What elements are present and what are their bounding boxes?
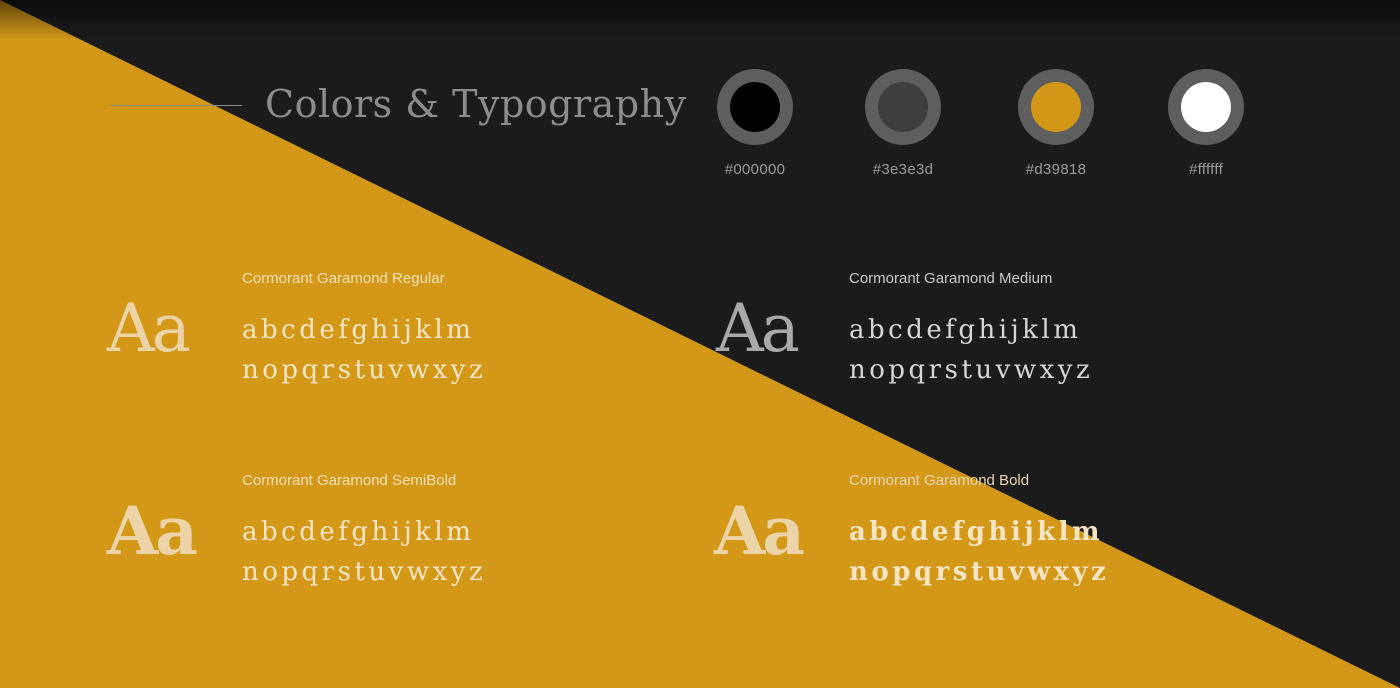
swatch-color bbox=[1031, 82, 1081, 132]
font-sample-aa: Aa bbox=[107, 492, 198, 570]
swatch-ring bbox=[717, 69, 793, 145]
alphabet-line-2: nopqrstuvwxyz bbox=[849, 557, 1110, 587]
alphabet-line-2: nopqrstuvwxyz bbox=[849, 355, 1094, 385]
font-name: Cormorant Garamond Medium bbox=[849, 270, 1053, 287]
alphabet-line-1: abcdefghijklm bbox=[242, 517, 475, 547]
swatch-white: #ffffff bbox=[1151, 69, 1261, 178]
top-shadow bbox=[0, 0, 1400, 40]
font-sample-aa: Aa bbox=[714, 492, 805, 570]
page-title: Colors & Typography bbox=[265, 82, 687, 126]
alphabet-line-1: abcdefghijklm bbox=[849, 315, 1082, 345]
swatch-charcoal: #3e3e3d bbox=[848, 69, 958, 178]
swatch-hex: #000000 bbox=[724, 161, 786, 178]
swatch-hex: #d39818 bbox=[1025, 161, 1087, 178]
swatch-ring bbox=[865, 69, 941, 145]
font-sample-aa: Aa bbox=[716, 290, 800, 367]
font-name: Cormorant Garamond SemiBold bbox=[242, 472, 457, 489]
swatch-ring bbox=[1018, 69, 1094, 145]
swatch-hex: #ffffff bbox=[1188, 161, 1224, 178]
font-name: Cormorant Garamond Regular bbox=[242, 270, 445, 287]
swatch-color bbox=[1181, 82, 1231, 132]
swatch-ring bbox=[1168, 69, 1244, 145]
alphabet-line-2: nopqrstuvwxyz bbox=[242, 557, 487, 587]
alphabet-line-2: nopqrstuvwxyz bbox=[242, 355, 487, 385]
swatch-color bbox=[878, 82, 928, 132]
alphabet-line-1: abcdefghijklm bbox=[849, 517, 1104, 547]
swatch-black: #000000 bbox=[700, 69, 810, 178]
title-rule bbox=[110, 105, 242, 106]
swatch-gold: #d39818 bbox=[1001, 69, 1111, 178]
swatch-hex: #3e3e3d bbox=[872, 161, 934, 178]
swatch-color bbox=[730, 82, 780, 132]
alphabet-line-1: abcdefghijklm bbox=[242, 315, 475, 345]
font-name: Cormorant Garamond Bold bbox=[849, 472, 1030, 489]
font-sample-aa: Aa bbox=[107, 290, 191, 367]
